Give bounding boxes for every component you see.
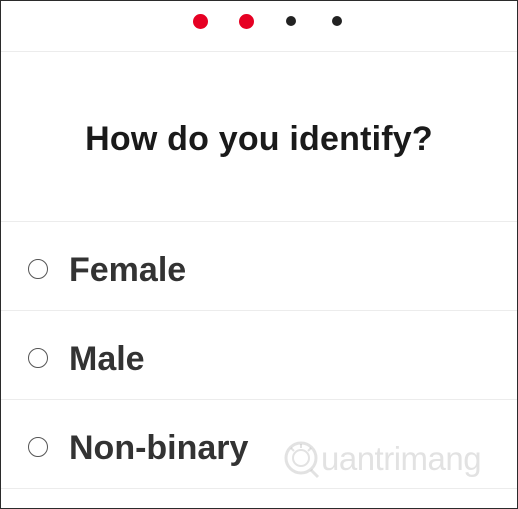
option-non-binary[interactable]: Non-binary <box>1 400 517 489</box>
radio-button-female[interactable] <box>28 259 48 279</box>
question-title: How do you identify? <box>85 120 433 158</box>
question-header: How do you identify? <box>1 52 517 222</box>
progress-stepper <box>1 1 517 52</box>
option-label-female: Female <box>69 251 187 289</box>
option-female[interactable]: Female <box>1 222 517 311</box>
radio-button-non-binary[interactable] <box>28 437 48 457</box>
step-dot-2 <box>239 14 254 29</box>
step-dot-4 <box>332 16 342 26</box>
options-list: Female Male Non-binary <box>1 222 517 489</box>
radio-button-male[interactable] <box>28 348 48 368</box>
step-dot-3 <box>286 16 296 26</box>
step-dot-1 <box>193 14 208 29</box>
option-male[interactable]: Male <box>1 311 517 400</box>
gender-question-screen: How do you identify? Female Male Non-bin… <box>0 0 518 509</box>
option-label-male: Male <box>69 340 145 378</box>
option-label-non-binary: Non-binary <box>69 429 249 467</box>
